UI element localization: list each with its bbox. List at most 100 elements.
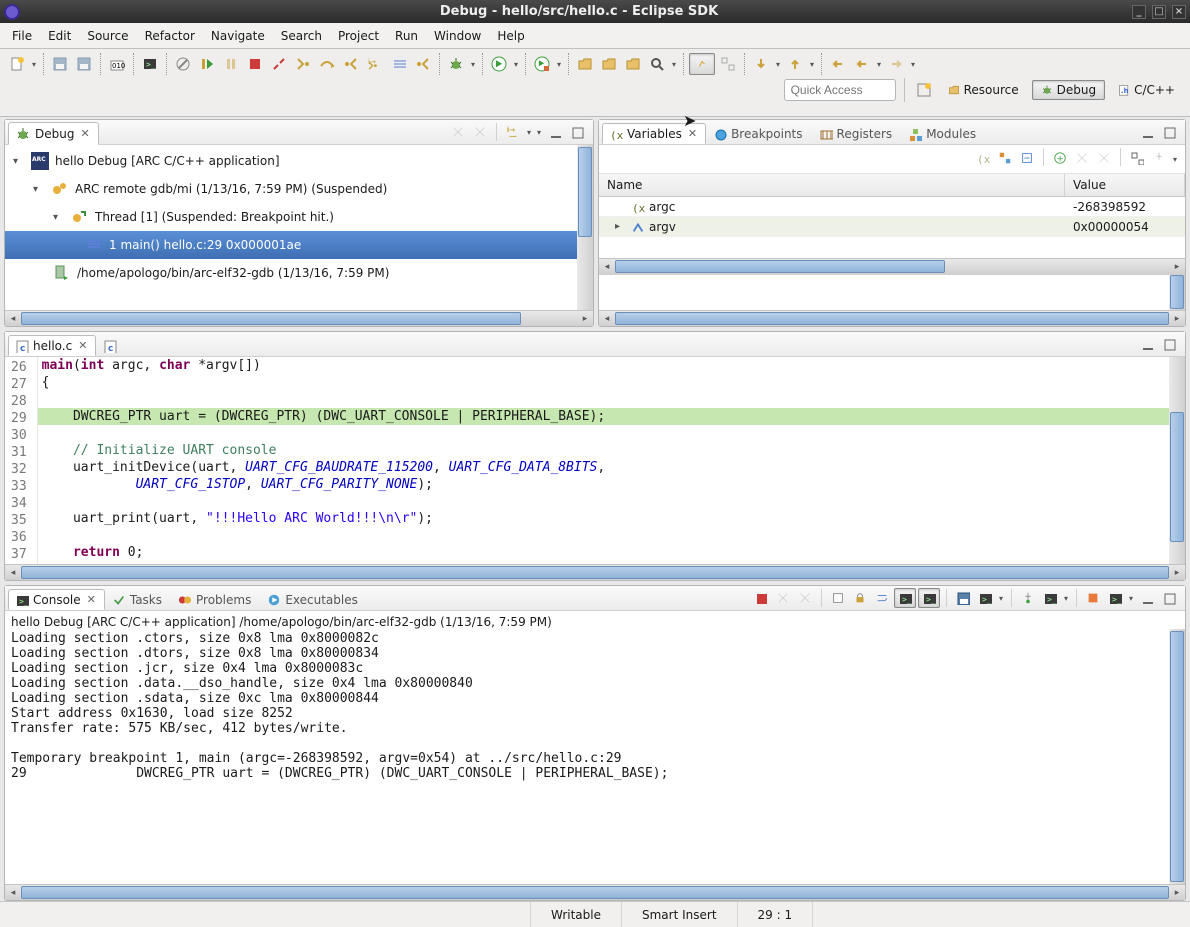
- perspective-resource[interactable]: Resource: [939, 80, 1028, 100]
- step-over-button[interactable]: [316, 53, 338, 75]
- word-wrap-button[interactable]: [872, 588, 892, 608]
- tab-modules[interactable]: Modules: [901, 123, 985, 143]
- horizontal-scrollbar[interactable]: ◂▸: [5, 564, 1185, 580]
- next-annotation-button[interactable]: [750, 53, 772, 75]
- instruction-step-button[interactable]: i→: [364, 53, 386, 75]
- step-return-button[interactable]: [340, 53, 362, 75]
- tab-tasks[interactable]: Tasks: [105, 589, 171, 609]
- menu-window[interactable]: Window: [426, 26, 489, 46]
- tab-variables[interactable]: Variables✕: [602, 123, 706, 144]
- menu-run[interactable]: Run: [387, 26, 426, 46]
- save-button[interactable]: [49, 53, 71, 75]
- back-history-dropdown[interactable]: [875, 53, 883, 75]
- back-button[interactable]: [827, 53, 849, 75]
- tab-registers[interactable]: Registers: [812, 123, 902, 143]
- tab-debug[interactable]: Debug✕: [8, 122, 99, 145]
- debug-view-menu[interactable]: [535, 121, 543, 143]
- run-dropdown[interactable]: [512, 53, 520, 75]
- remove-all-launch-button[interactable]: [795, 588, 815, 608]
- tree-row[interactable]: /home/apologo/bin/arc-elf32-gdb (1/13/16…: [5, 259, 577, 287]
- debug-remove-button[interactable]: [448, 122, 468, 142]
- tab-breakpoints[interactable]: Breakpoints: [706, 123, 811, 143]
- prev-annotation-dropdown[interactable]: [808, 53, 816, 75]
- open-type-button[interactable]: [646, 53, 668, 75]
- remove-all-button[interactable]: [1094, 148, 1114, 168]
- external-tools-button[interactable]: [531, 53, 553, 75]
- display-console-dropdown[interactable]: [997, 587, 1005, 609]
- toggle-block-button[interactable]: [717, 53, 739, 75]
- vertical-scrollbar[interactable]: [1169, 357, 1185, 564]
- new-project-button[interactable]: [574, 53, 596, 75]
- external-tools-dropdown[interactable]: [555, 53, 563, 75]
- variables-table[interactable]: argc -268398592 argv 0x00000054: [599, 197, 1185, 258]
- open-console-dropdown[interactable]: [1062, 587, 1070, 609]
- horizontal-scrollbar[interactable]: ◂▸: [5, 884, 1185, 900]
- clear-console-button[interactable]: [828, 588, 848, 608]
- terminate-button[interactable]: [244, 53, 266, 75]
- perspective-cpp[interactable]: C/C++: [1109, 80, 1184, 100]
- tab-executables[interactable]: Executables: [260, 589, 367, 609]
- open-perspective-button[interactable]: [913, 79, 935, 101]
- window-maximize-button[interactable]: □: [1152, 5, 1166, 19]
- tab-console[interactable]: Console✕: [8, 589, 105, 610]
- menu-source[interactable]: Source: [79, 26, 136, 46]
- open-console-button[interactable]: [1040, 588, 1060, 608]
- save-all-button[interactable]: [73, 53, 95, 75]
- debug-dropdown[interactable]: [469, 53, 477, 75]
- run-button[interactable]: [488, 53, 510, 75]
- save-console-button[interactable]: [953, 588, 973, 608]
- tab-hello-c[interactable]: hello.c✕: [8, 335, 96, 356]
- horizontal-scrollbar[interactable]: ◂▸: [599, 310, 1185, 326]
- new-class-button[interactable]: [622, 53, 644, 75]
- minimize-icon[interactable]: [545, 122, 565, 142]
- debug-button[interactable]: [445, 53, 467, 75]
- tree-row[interactable]: Thread [1] (Suspended: Breakpoint hit.): [5, 203, 577, 231]
- column-value[interactable]: Value: [1065, 174, 1185, 196]
- tab-c-file[interactable]: [96, 335, 126, 355]
- horizontal-scrollbar[interactable]: ◂▸: [599, 258, 1185, 274]
- editor-area[interactable]: main(int argc, char *argv[]){ DWCREG_PTR…: [38, 357, 1169, 564]
- instruction-mode-button[interactable]: i→: [503, 122, 523, 142]
- close-icon[interactable]: ✕: [87, 593, 96, 606]
- step-filters-button[interactable]: [412, 53, 434, 75]
- forward-button[interactable]: [885, 53, 907, 75]
- gdb-traces-button[interactable]: [1083, 588, 1103, 608]
- pin-console-button[interactable]: [1018, 588, 1038, 608]
- close-icon[interactable]: ✕: [688, 127, 697, 140]
- maximize-icon[interactable]: [567, 122, 587, 142]
- terminate-console-button[interactable]: [751, 588, 771, 608]
- menu-refactor[interactable]: Refactor: [137, 26, 203, 46]
- instruction-mode-dropdown[interactable]: [525, 121, 533, 143]
- show-type-names-button[interactable]: [973, 148, 993, 168]
- minimize-icon[interactable]: [1137, 122, 1157, 142]
- open-type-dropdown[interactable]: [670, 53, 678, 75]
- tab-problems[interactable]: Problems: [171, 589, 260, 609]
- debug-remove-all-button[interactable]: [470, 122, 490, 142]
- menu-search[interactable]: Search: [273, 26, 330, 46]
- minimize-icon[interactable]: [1137, 588, 1157, 608]
- scroll-lock-button[interactable]: [850, 588, 870, 608]
- show-console-on-stdout-button[interactable]: [894, 588, 916, 608]
- tree-row-stackframe[interactable]: 1 main() hello.c:29 0x000001ae: [5, 231, 577, 259]
- show-logical-button[interactable]: [995, 148, 1015, 168]
- window-close-button[interactable]: ×: [1172, 5, 1186, 19]
- toggle-mark-button[interactable]: [689, 53, 715, 75]
- menu-navigate[interactable]: Navigate: [203, 26, 273, 46]
- disconnect-button[interactable]: [268, 53, 290, 75]
- menu-help[interactable]: Help: [489, 26, 532, 46]
- new-folder-button[interactable]: [598, 53, 620, 75]
- pin-button[interactable]: [1149, 148, 1169, 168]
- suspend-button[interactable]: [220, 53, 242, 75]
- back-history-button[interactable]: [851, 53, 873, 75]
- quick-access-input[interactable]: [784, 79, 896, 101]
- menu-file[interactable]: File: [4, 26, 40, 46]
- step-into-button[interactable]: [292, 53, 314, 75]
- skip-breakpoints-button[interactable]: [172, 53, 194, 75]
- menu-edit[interactable]: Edit: [40, 26, 79, 46]
- forward-dropdown[interactable]: [909, 53, 917, 75]
- menu-project[interactable]: Project: [330, 26, 387, 46]
- collapse-all-button[interactable]: [1017, 148, 1037, 168]
- column-name[interactable]: Name: [599, 174, 1065, 196]
- close-icon[interactable]: ✕: [80, 127, 89, 140]
- new-connection-button[interactable]: [139, 53, 161, 75]
